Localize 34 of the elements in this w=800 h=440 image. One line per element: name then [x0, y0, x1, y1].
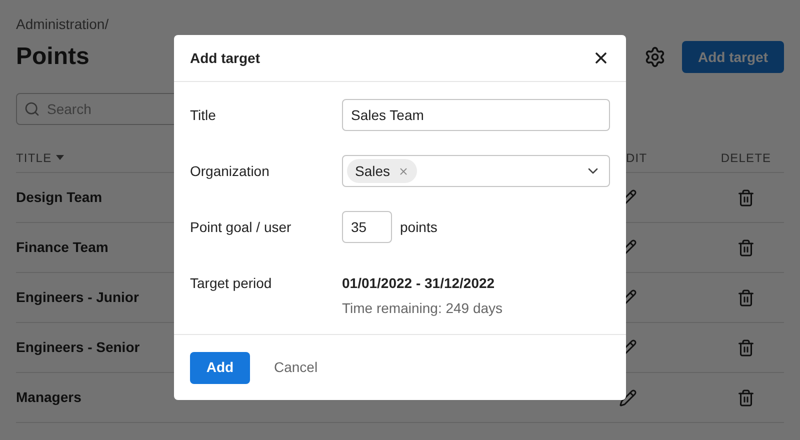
field-label: Organization — [190, 162, 270, 181]
delete-icon[interactable] — [737, 188, 755, 206]
cancel-button[interactable]: Cancel — [274, 357, 318, 378]
settings-icon[interactable] — [644, 46, 666, 68]
page-title: Points — [16, 42, 90, 72]
unit-label: points — [400, 218, 438, 237]
title-field[interactable]: Sales Team — [342, 99, 610, 131]
organization-select[interactable]: Sales — [342, 155, 610, 187]
period-dates: 01/01/2022 - 31/12/2022 — [342, 274, 496, 293]
delete-icon[interactable] — [737, 338, 755, 356]
delete-icon[interactable] — [737, 288, 755, 306]
edit-icon[interactable] — [619, 388, 637, 406]
row-title: Engineers - Senior — [16, 338, 140, 354]
delete-icon[interactable] — [737, 388, 755, 406]
column-header[interactable]: TITLE — [16, 148, 64, 166]
column-header[interactable]: DELETE — [720, 148, 772, 166]
dialog-title: Add target — [190, 48, 260, 68]
tag-chip: Sales — [347, 159, 418, 183]
column-header[interactable]: DIT — [626, 148, 648, 166]
field-label: Target period — [190, 274, 273, 293]
row-title: Finance Team — [16, 238, 108, 254]
row-title: Design Team — [16, 188, 102, 204]
field-label: Title — [190, 106, 217, 124]
row-title: Managers — [16, 388, 82, 404]
row-title: Engineers - Junior — [16, 288, 139, 304]
add-target-button[interactable]: Add target — [682, 41, 784, 73]
remove-icon[interactable] — [398, 166, 410, 176]
field-label: Point goal / user — [190, 218, 292, 237]
breadcrumb: Administration/ — [16, 15, 110, 34]
search-icon — [24, 101, 40, 117]
delete-icon[interactable] — [737, 238, 755, 256]
point-goal-field[interactable]: 35 — [342, 211, 392, 243]
time-remaining: Time remaining: 249 days — [342, 299, 503, 318]
add-button[interactable]: Add — [190, 352, 250, 384]
